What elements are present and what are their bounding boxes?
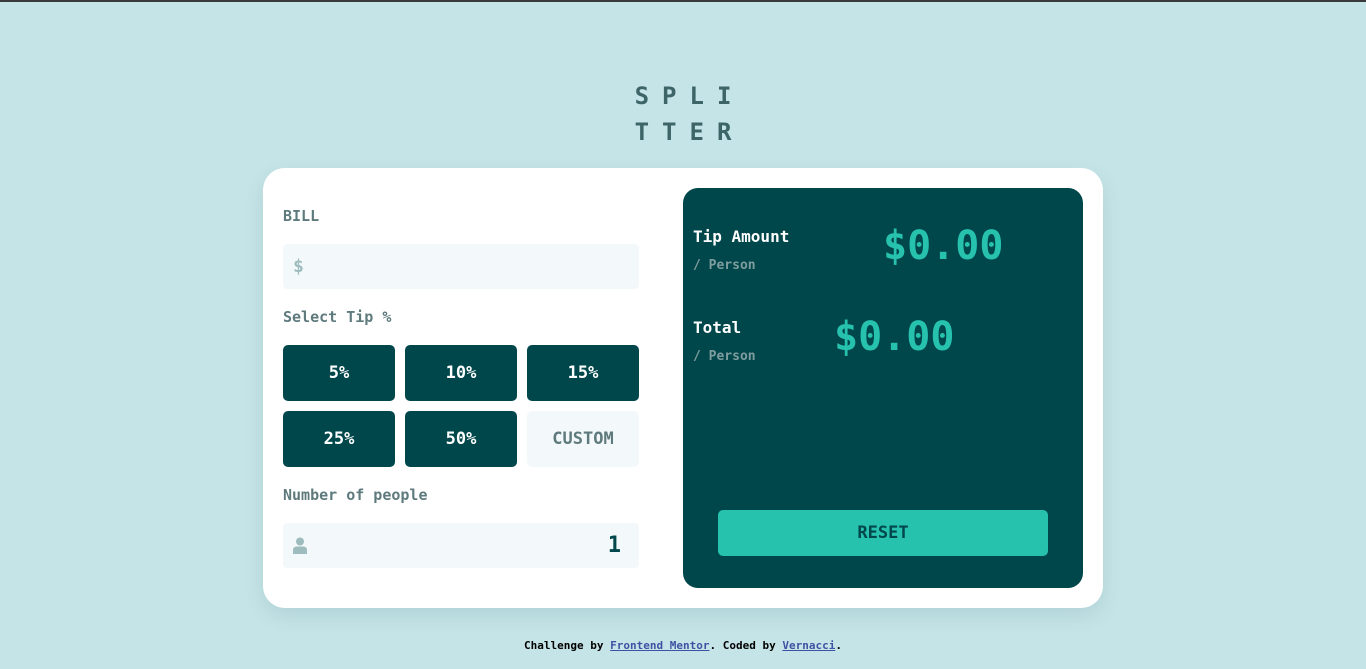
tip-amount-per-person: / Person xyxy=(693,258,756,273)
person-icon xyxy=(293,537,307,554)
tip-amount-title: Tip Amount xyxy=(693,227,790,246)
footer-middle: . Coded by xyxy=(709,639,783,652)
total-value: $0.00 xyxy=(834,314,955,360)
tip-button-15[interactable]: 15% xyxy=(527,345,639,401)
result-panel: Tip Amount / Person $0.00 Total / Person… xyxy=(683,188,1083,588)
bill-input[interactable]: $ xyxy=(283,244,639,289)
app-logo: SPLI TTER xyxy=(0,78,1366,150)
calculator-card: BILL $ Select Tip % 5% 10% 15% 25% 50% C… xyxy=(263,168,1103,608)
bill-label: BILL xyxy=(283,207,320,225)
total-per-person: / Person xyxy=(693,349,756,364)
tip-button-25[interactable]: 25% xyxy=(283,411,395,467)
reset-button[interactable]: RESET xyxy=(718,510,1048,556)
footer-prefix: Challenge by xyxy=(524,639,611,652)
logo-line-1: SPLI xyxy=(634,82,745,110)
total-title: Total xyxy=(693,318,742,337)
tip-button-50[interactable]: 50% xyxy=(405,411,517,467)
frontend-mentor-link[interactable]: Frontend Mentor xyxy=(610,639,709,652)
people-value: 1 xyxy=(607,533,621,558)
footer-suffix: . xyxy=(835,639,842,652)
tip-button-10[interactable]: 10% xyxy=(405,345,517,401)
custom-tip-input[interactable]: CUSTOM xyxy=(527,411,639,467)
logo-line-2: TTER xyxy=(634,118,745,146)
people-label: Number of people xyxy=(283,486,428,504)
author-link[interactable]: Vernacci xyxy=(782,639,835,652)
select-tip-label: Select Tip % xyxy=(283,308,392,326)
tip-button-5[interactable]: 5% xyxy=(283,345,395,401)
people-input[interactable]: 1 xyxy=(283,523,639,568)
attribution-footer: Challenge by Frontend Mentor. Coded by V… xyxy=(0,639,1366,652)
tip-amount-value: $0.00 xyxy=(883,223,1004,269)
dollar-icon: $ xyxy=(293,256,304,277)
tip-options: 5% 10% 15% 25% 50% CUSTOM xyxy=(283,345,639,467)
